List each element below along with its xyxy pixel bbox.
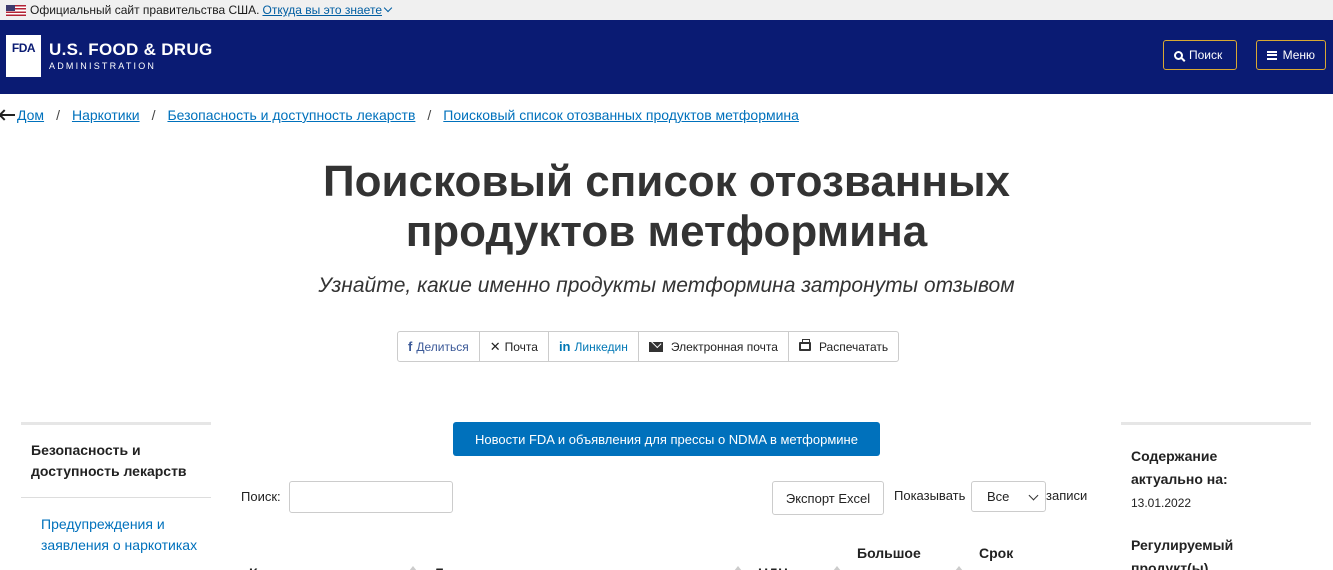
column-header-company[interactable]: Компания — [249, 560, 318, 570]
table-search-input[interactable] — [289, 481, 453, 513]
page-title: Поисковый список отозванных продуктов ме… — [0, 157, 1333, 257]
breadcrumb-drugs[interactable]: Наркотики — [72, 107, 140, 123]
sort-icon[interactable] — [734, 566, 742, 570]
share-linkedin-label: Линкедин — [574, 339, 628, 354]
page-title-line2: продуктов метформина — [405, 207, 928, 256]
show-entries-value: Все — [987, 489, 1010, 504]
right-sidebar-top-rule — [1121, 422, 1311, 425]
share-print-label: Распечатать — [818, 339, 889, 354]
share-x-label: Почта — [504, 339, 538, 354]
column-header-ndc[interactable]: НДЦ — [758, 560, 788, 570]
brand-line2: ADMINISTRATION — [49, 61, 157, 71]
sort-icon[interactable] — [955, 566, 963, 570]
share-facebook-button[interactable]: f Делиться — [398, 332, 479, 361]
hamburger-icon — [1267, 50, 1277, 60]
chevron-down-icon[interactable] — [383, 3, 393, 13]
brand-line1: U.S. FOOD & DRUG — [49, 40, 213, 59]
menu-button-label: Меню — [1282, 48, 1315, 62]
breadcrumb-current[interactable]: Поисковый список отозванных продуктов ме… — [443, 107, 799, 123]
gov-banner-text: Официальный сайт правительства США. — [30, 3, 260, 17]
column-header-lot[interactable]: Большое число — [857, 540, 947, 570]
facebook-icon: f — [408, 339, 413, 354]
arrow-left-icon — [0, 114, 15, 116]
site-header: FDA U.S. FOOD & DRUG ADMINISTRATION Поис… — [0, 20, 1333, 94]
ndma-news-button[interactable]: Новости FDA и объявления для прессы о ND… — [453, 422, 880, 456]
breadcrumb-separator: / — [151, 107, 156, 123]
page-subtitle: Узнайте, какие именно продукты метформин… — [318, 274, 1015, 297]
content-current-date: 13.01.2022 — [1131, 496, 1192, 510]
column-header-expiry[interactable]: Срок действия — [979, 540, 1069, 570]
show-entries-select[interactable]: Все — [971, 481, 1046, 512]
breadcrumb-separator: / — [56, 107, 60, 123]
breadcrumb-separator: / — [427, 107, 432, 123]
left-sidebar-link[interactable]: Предупреждения и заявления о наркотиках — [41, 514, 211, 556]
export-excel-button[interactable]: Экспорт Excel — [772, 481, 884, 515]
breadcrumb-drug-safety[interactable]: Безопасность и доступность лекарств — [167, 107, 415, 123]
envelope-icon — [648, 341, 663, 352]
breadcrumb-home[interactable]: Дом — [17, 107, 44, 123]
share-email-button[interactable]: Электронная почта — [637, 332, 788, 361]
content-current-label: Содержание актуально на: — [1131, 448, 1228, 487]
share-facebook-label: Делиться — [416, 339, 469, 354]
left-sidebar-divider — [21, 497, 211, 498]
share-bar: f Делиться ✕ Почта in Линкедин Электронн… — [397, 331, 900, 362]
column-header-drug[interactable]: Лекарство — [434, 560, 507, 570]
records-label: записи — [1046, 488, 1088, 503]
left-sidebar-top-rule — [21, 422, 211, 425]
table-search-label: Поиск: — [241, 489, 281, 504]
printer-icon — [798, 339, 811, 351]
page-title-line1: Поисковый список отозванных — [323, 157, 1010, 206]
sort-icon[interactable] — [833, 566, 841, 570]
share-x-button[interactable]: ✕ Почта — [478, 332, 548, 361]
search-button-label: Поиск — [1189, 48, 1223, 62]
regulated-product-label: Регулируемый продукт(ы) — [1131, 537, 1234, 570]
share-email-label: Электронная почта — [670, 339, 778, 354]
gov-banner: Официальный сайт правительства США. Отку… — [0, 0, 1333, 20]
search-icon — [1174, 50, 1183, 60]
brand-name[interactable]: U.S. FOOD & DRUG ADMINISTRATION — [49, 40, 212, 71]
menu-button[interactable]: Меню — [1256, 40, 1326, 70]
chevron-down-icon — [1028, 490, 1039, 501]
x-icon: ✕ — [489, 338, 501, 354]
how-you-know-link[interactable]: Откуда вы это знаете — [262, 3, 382, 17]
fda-logo[interactable]: FDA — [6, 35, 41, 77]
us-flag-icon — [6, 4, 26, 16]
linkedin-icon: in — [558, 339, 571, 354]
share-linkedin-button[interactable]: in Линкедин — [547, 332, 638, 361]
sort-icon[interactable] — [409, 566, 417, 570]
search-button[interactable]: Поиск — [1163, 40, 1237, 70]
share-print-button[interactable]: Распечатать — [787, 332, 898, 361]
left-sidebar-heading[interactable]: Безопасность и доступность лекарств — [31, 440, 211, 482]
breadcrumb: Дом / Наркотики / Безопасность и доступн… — [0, 107, 799, 123]
show-entries-label: Показывать — [894, 488, 966, 503]
